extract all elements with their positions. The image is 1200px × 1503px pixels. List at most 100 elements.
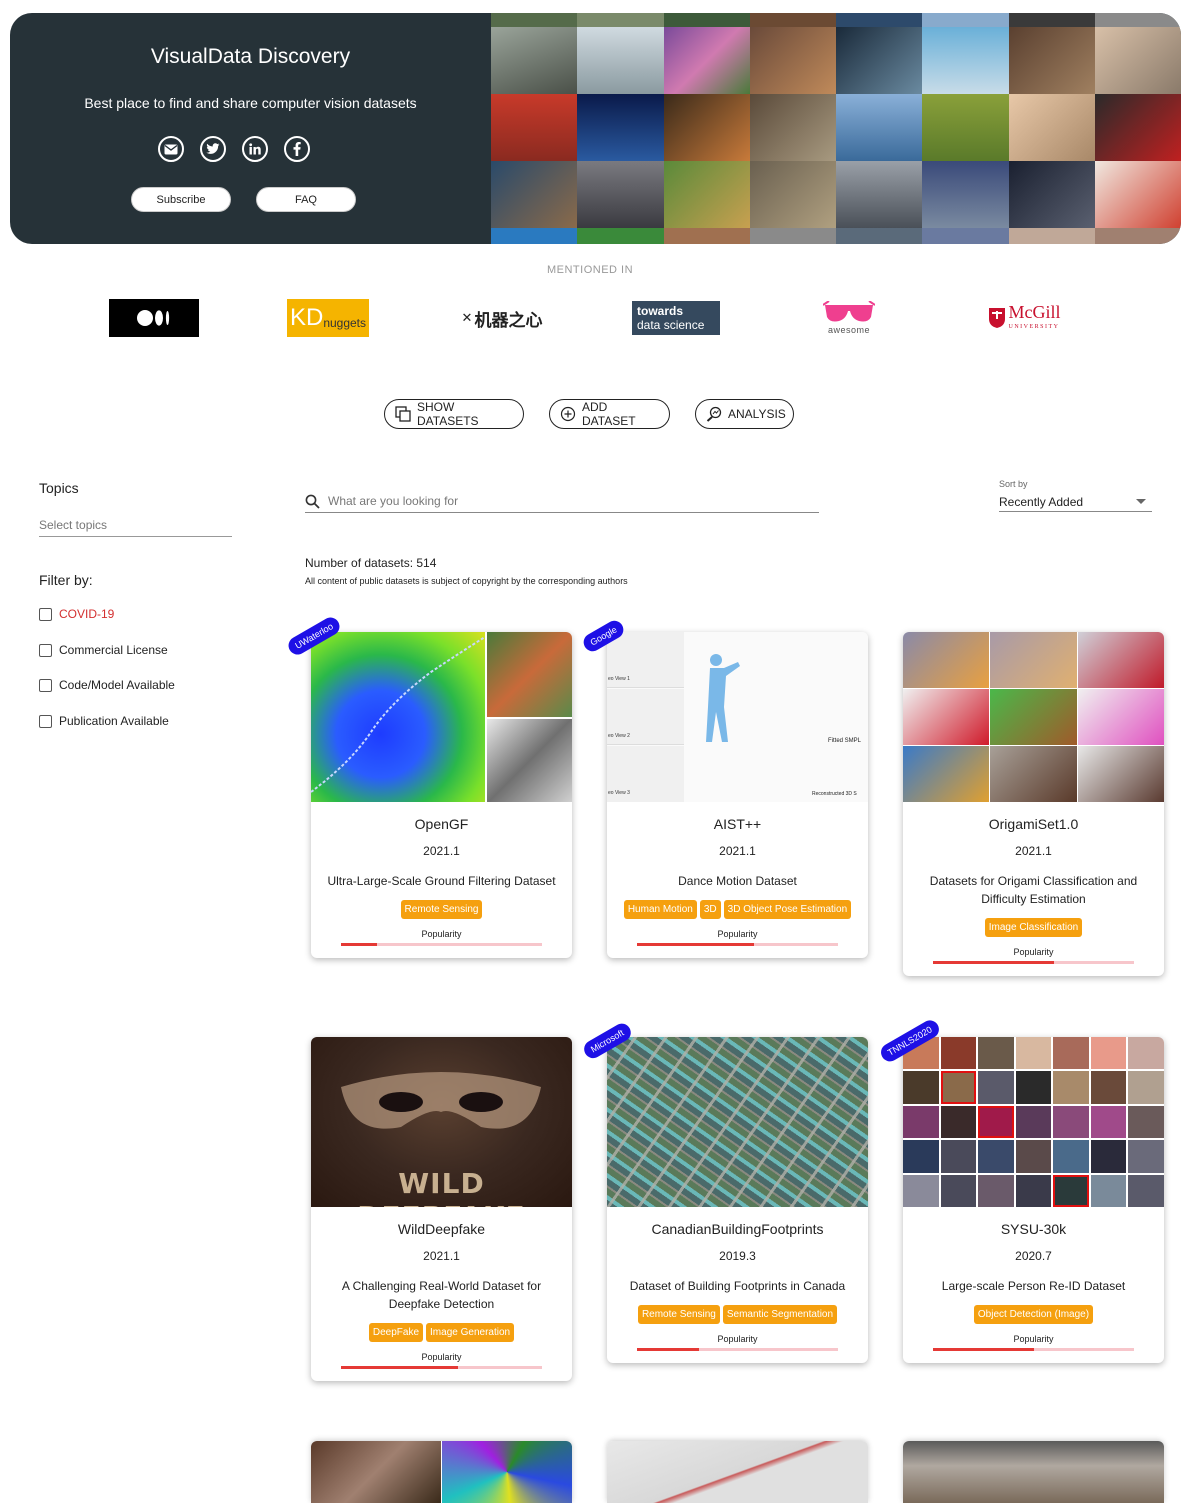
awesome-logo[interactable]: awesome — [820, 299, 878, 337]
view-label: eo View 3 — [608, 790, 630, 796]
tag-chip[interactable]: Remote Sensing — [637, 1305, 720, 1324]
towards-data-science-logo[interactable]: towards data science — [632, 301, 720, 335]
popularity-bar — [637, 1348, 838, 1351]
email-icon[interactable] — [158, 136, 184, 162]
tag-chip[interactable]: Remote Sensing — [400, 900, 483, 919]
analysis-button[interactable]: ANALYSIS — [695, 399, 794, 429]
card-tags: Human Motion 3D 3D Object Pose Estimatio… — [607, 900, 868, 919]
jiqizhixin-logo[interactable]: ✕ 机器之心 — [459, 299, 545, 337]
view-label: eo View 1 — [608, 676, 630, 682]
card-description: Dance Motion Dataset — [678, 874, 797, 888]
sort-select[interactable]: Recently Added — [999, 492, 1152, 512]
hero-banner: VisualData Discovery Best place to find … — [10, 13, 1181, 244]
commercial-license-checkbox[interactable] — [39, 643, 52, 657]
popularity-fill — [933, 1348, 1034, 1351]
dataset-card-partial[interactable] — [311, 1441, 572, 1503]
copy-icon — [395, 406, 411, 422]
dataset-card-canadian-building-footprints[interactable]: CanadianBuildingFootprints 2019.3 Datase… — [607, 1037, 868, 1363]
card-title: CanadianBuildingFootprints — [651, 1221, 824, 1237]
tag-chip[interactable]: Object Detection (Image) — [973, 1305, 1094, 1324]
filter-code-model[interactable]: Code/Model Available — [39, 678, 175, 692]
popularity-fill — [933, 961, 1054, 964]
popularity-bar — [341, 1366, 542, 1369]
filter-commercial-license-label: Commercial License — [59, 643, 168, 657]
mentioned-in-heading: MENTIONED IN — [546, 264, 634, 276]
search-icon — [305, 494, 320, 509]
twitter-icon[interactable] — [200, 136, 226, 162]
card-description: Datasets for Origami Classification and … — [929, 874, 1138, 906]
tag-chip[interactable]: Human Motion — [623, 900, 697, 919]
popularity-label: Popularity — [717, 929, 758, 939]
linkedin-icon[interactable] — [242, 136, 268, 162]
popularity-label: Popularity — [421, 1352, 462, 1362]
card-image: WILD DEEPFAKE — [311, 1037, 572, 1207]
publication-checkbox[interactable] — [39, 714, 52, 728]
topics-select-input[interactable]: Select topics — [39, 518, 232, 537]
image-overlay-text: WILD DEEPFAKE — [357, 1167, 524, 1207]
popularity-fill — [341, 1366, 458, 1369]
awesome-logo-text: awesome — [827, 325, 871, 335]
tag-chip[interactable]: 3D Object Pose Estimation — [723, 900, 852, 919]
search-bar[interactable]: What are you looking for — [305, 490, 819, 513]
card-description: A Challenging Real-World Dataset for Dee… — [341, 1279, 542, 1311]
mask-shape-icon — [341, 1072, 541, 1129]
show-datasets-button[interactable]: SHOW DATASETS — [384, 399, 524, 429]
card-tags: Remote Sensing — [311, 900, 572, 919]
card-version: 2021.1 — [423, 844, 460, 858]
faq-button[interactable]: FAQ — [256, 187, 356, 212]
add-dataset-button[interactable]: ADD DATASET — [549, 399, 670, 429]
popularity-bar — [637, 943, 838, 946]
card-version: 2019.3 — [719, 1249, 756, 1263]
jiqizhixin-mark-icon: ✕ — [461, 310, 473, 325]
mcgill-logo-text: McGill — [1008, 302, 1061, 322]
subscribe-button[interactable]: Subscribe — [131, 187, 231, 212]
medium-logo[interactable] — [109, 299, 199, 337]
tag-chip[interactable]: Image Classification — [984, 918, 1083, 937]
tag-chip[interactable]: Image Generation — [426, 1323, 515, 1342]
analysis-search-icon — [706, 406, 722, 422]
filter-publication[interactable]: Publication Available — [39, 714, 169, 728]
search-input[interactable]: What are you looking for — [328, 494, 458, 508]
dataset-card-aist[interactable]: eo View 1 eo View 2 eo View 3 Fitted SMP… — [607, 632, 868, 958]
dataset-card-opengf[interactable]: OpenGF 2021.1 Ultra-Large-Scale Ground F… — [311, 632, 572, 958]
glasses-icon — [823, 301, 875, 322]
popularity-label: Popularity — [421, 929, 462, 939]
reconstructed-label: Reconstructed 3D S — [812, 791, 857, 797]
filter-code-model-label: Code/Model Available — [59, 678, 175, 692]
view-label: eo View 2 — [608, 733, 630, 739]
hero-title: VisualData Discovery — [150, 45, 351, 68]
kdnuggets-logo[interactable]: KD nuggets — [287, 299, 369, 337]
dataset-card-wilddeepfake[interactable]: WILD DEEPFAKE WildDeepfake 2021.1 A Chal… — [311, 1037, 572, 1381]
filter-commercial-license[interactable]: Commercial License — [39, 643, 168, 657]
tag-chip[interactable]: Semantic Segmentation — [722, 1305, 838, 1324]
tag-chip[interactable]: 3D — [699, 900, 721, 919]
card-title: OpenGF — [414, 816, 469, 832]
code-model-checkbox[interactable] — [39, 678, 52, 692]
card-version: 2021.1 — [423, 1249, 460, 1263]
tag-chip[interactable]: DeepFake — [368, 1323, 424, 1342]
popularity-label: Popularity — [1013, 1334, 1054, 1344]
card-version: 2021.1 — [719, 844, 756, 858]
dataset-card-partial[interactable] — [607, 1441, 868, 1503]
sort-by-label: Sort by — [999, 479, 1028, 489]
dataset-card-origamiset[interactable]: OrigamiSet1.0 2021.1 Datasets for Origam… — [903, 632, 1164, 976]
card-image — [903, 1037, 1164, 1207]
card-image — [903, 632, 1164, 802]
covid-checkbox[interactable] — [39, 607, 52, 621]
kdnuggets-logo-kd: KD — [289, 304, 324, 332]
filter-covid[interactable]: COVID-19 — [39, 607, 114, 621]
card-tags: Object Detection (Image) — [903, 1305, 1164, 1324]
card-tags: Remote Sensing Semantic Segmentation — [607, 1305, 868, 1324]
kdnuggets-logo-text: nuggets — [323, 316, 367, 330]
card-description: Large-scale Person Re-ID Dataset — [941, 1279, 1126, 1293]
add-dataset-label: ADD DATASET — [582, 400, 636, 428]
card-title: AIST++ — [713, 816, 762, 832]
filter-by-title: Filter by: — [39, 572, 93, 588]
analysis-label: ANALYSIS — [728, 407, 786, 421]
dataset-card-partial[interactable] — [903, 1441, 1164, 1503]
mcgill-logo[interactable]: McGill UNIVERSITY — [979, 299, 1069, 337]
card-title: WildDeepfake — [397, 1221, 486, 1237]
dataset-card-sysu-30k[interactable]: SYSU-30k 2020.7 Large-scale Person Re-ID… — [903, 1037, 1164, 1363]
tds-logo-line2: data science — [637, 318, 705, 332]
facebook-icon[interactable] — [284, 136, 310, 162]
